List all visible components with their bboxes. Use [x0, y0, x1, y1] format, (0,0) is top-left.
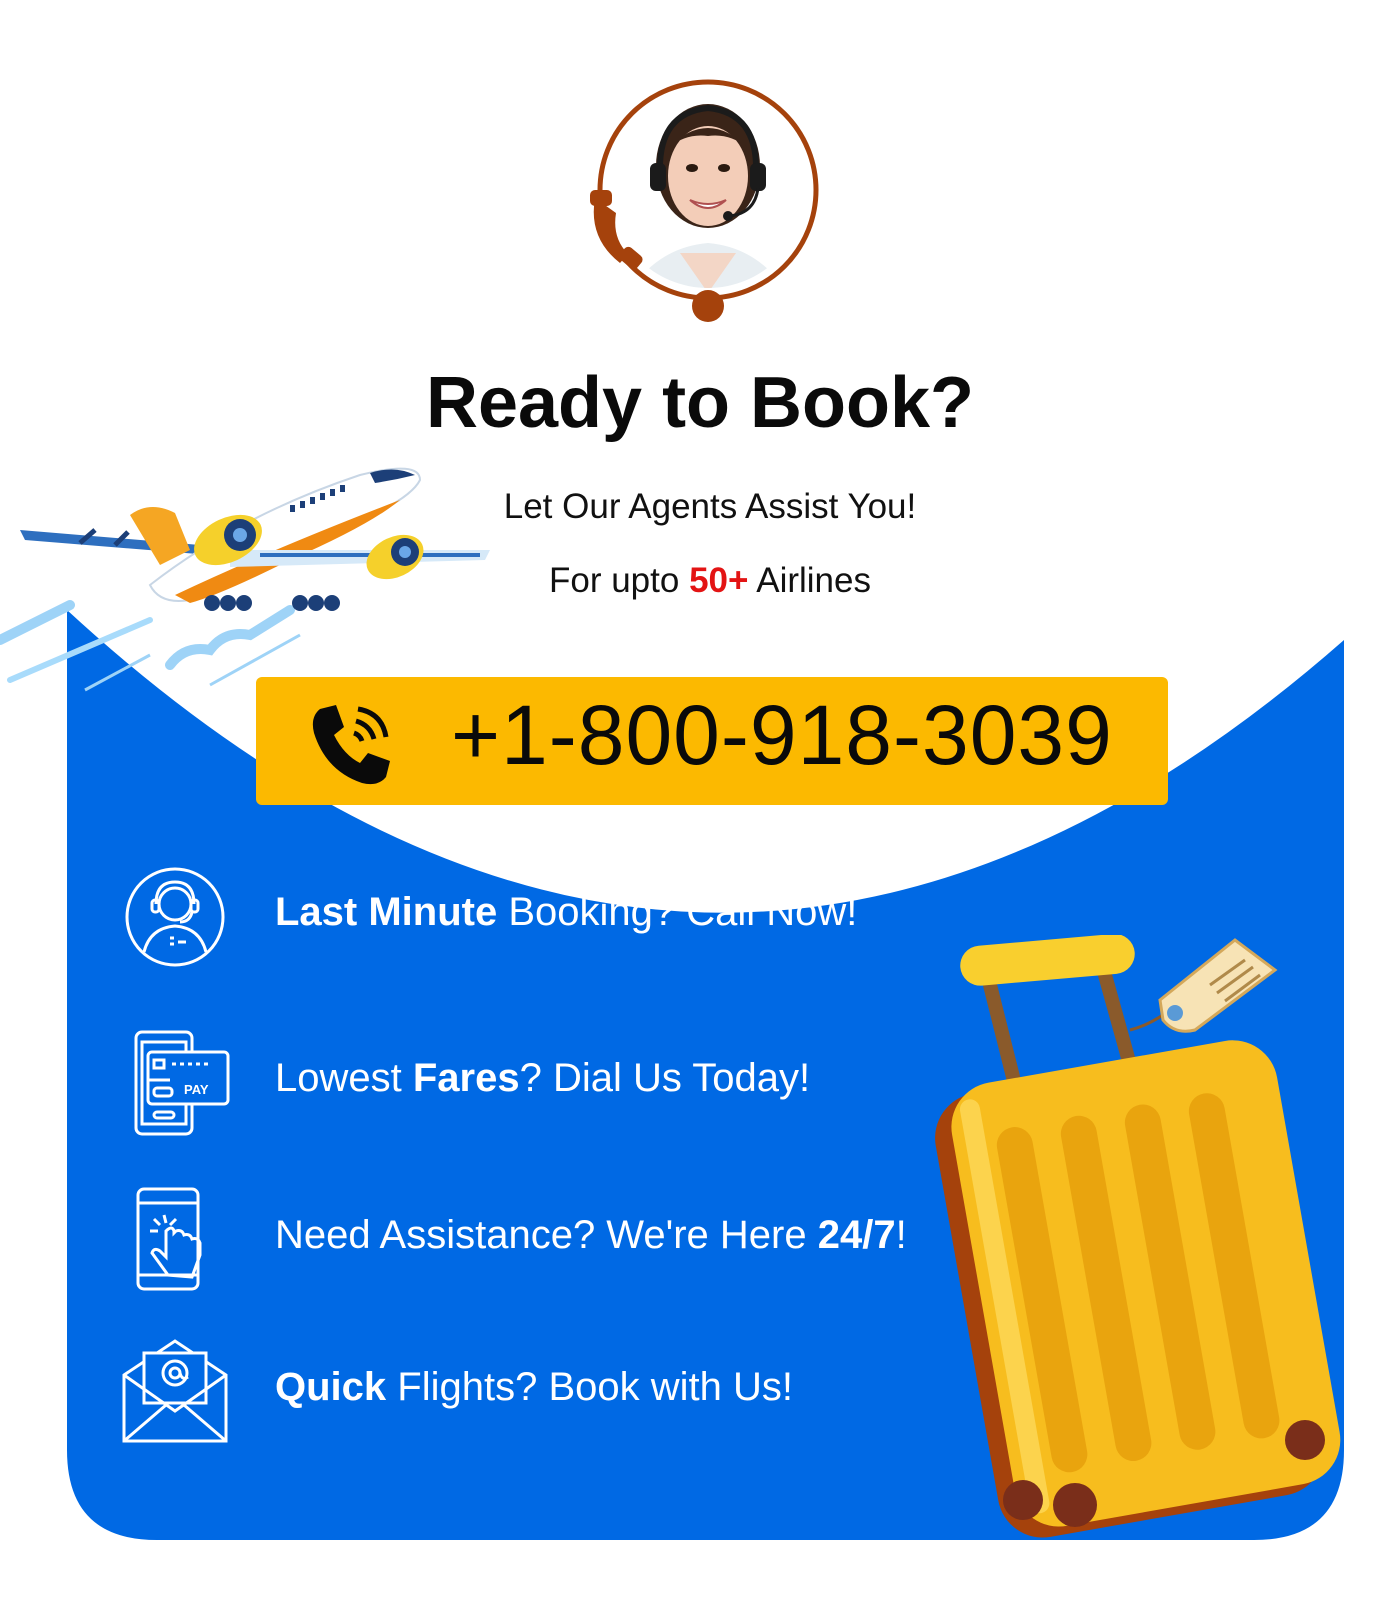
agent-headset-icon — [120, 862, 230, 972]
feature-rest: ? Dial Us Today! — [519, 1056, 811, 1100]
feature-quick-flights: Quick Flights? Book with Us! — [120, 1337, 980, 1447]
airlines-line: For upto 50+ Airlines — [440, 561, 980, 601]
feature-pre: Lowest — [275, 1056, 413, 1100]
feature-bold: 24/7 — [817, 1213, 896, 1257]
feature-text: Need Assistance? We're Here 24/7! — [275, 1213, 907, 1258]
feature-last-minute: Last Minute Booking? Call Now! — [120, 862, 980, 972]
feature-lowest-fares: PAY Lowest Fares? Dial Us Today! — [120, 1028, 980, 1138]
phone-number: +1-800-918-3039 — [451, 688, 1113, 782]
feature-pre: Need Assistance? We're Here — [275, 1213, 818, 1257]
suitcase-illustration — [935, 933, 1375, 1575]
airlines-count: 50+ — [689, 561, 749, 600]
agent-avatar — [590, 78, 830, 338]
feature-bold: Last Minute — [275, 890, 498, 934]
mobile-pay-icon: PAY — [120, 1028, 230, 1138]
email-icon — [120, 1337, 230, 1447]
feature-rest: Booking? Call Now! — [497, 890, 858, 934]
airlines-prefix: For upto — [548, 561, 690, 600]
subtitle: Let Our Agents Assist You! — [503, 487, 917, 526]
feature-rest: Flights? Book with Us! — [386, 1365, 793, 1409]
feature-assistance: Need Assistance? We're Here 24/7! — [120, 1185, 980, 1295]
call-phone-button[interactable]: +1-800-918-3039 — [256, 677, 1168, 805]
feature-rest: ! — [895, 1213, 907, 1257]
phone-ringing-icon — [306, 699, 396, 789]
feature-text: Last Minute Booking? Call Now! — [275, 890, 857, 935]
feature-text: Quick Flights? Book with Us! — [275, 1365, 793, 1410]
pay-label: PAY — [184, 1082, 209, 1097]
feature-bold: Fares — [412, 1056, 520, 1100]
airlines-suffix: Airlines — [748, 561, 871, 600]
touch-phone-icon — [120, 1185, 230, 1295]
page-title: Ready to Book? — [425, 363, 975, 443]
feature-bold: Quick — [275, 1365, 387, 1409]
feature-text: Lowest Fares? Dial Us Today! — [275, 1056, 810, 1101]
